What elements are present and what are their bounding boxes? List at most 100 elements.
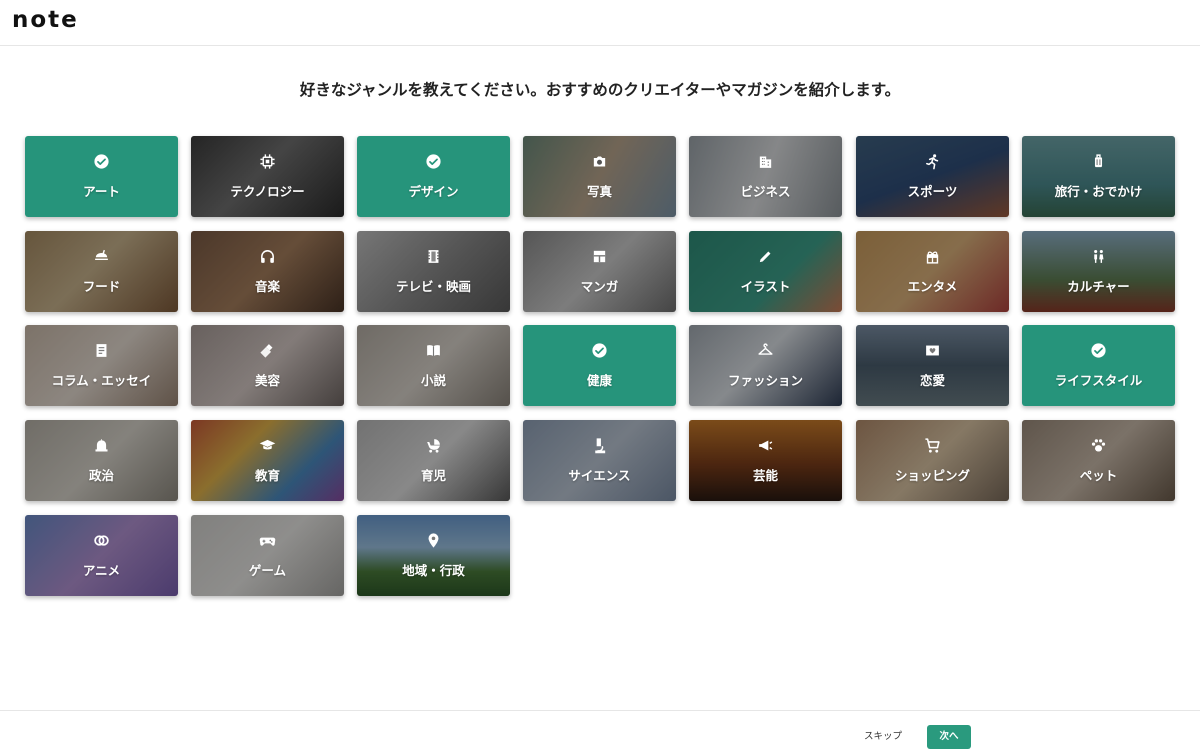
skip-button[interactable]: スキップ [850, 725, 916, 749]
genre-overlay [689, 420, 842, 501]
genre-tile[interactable]: ゲーム [191, 515, 344, 596]
genre-tile[interactable]: 育児 [357, 420, 510, 501]
check-icon [357, 153, 510, 170]
gift-icon [856, 248, 1009, 265]
next-button[interactable]: 次へ [927, 725, 971, 749]
genre-tile[interactable]: 小説 [357, 325, 510, 406]
genre-label: 恋愛 [919, 373, 945, 388]
genre-tile[interactable]: サイエンス [523, 420, 676, 501]
genre-tile[interactable]: 写真 [523, 136, 676, 217]
genre-label: カルチャー [1067, 279, 1130, 294]
check-icon [1022, 342, 1175, 359]
genre-overlay [689, 325, 842, 406]
pin-icon [357, 532, 510, 549]
page-heading: 好きなジャンルを教えてください。おすすめのクリエイターやマガジンを紹介します。 [299, 81, 901, 99]
genre-tile[interactable]: アート [25, 136, 178, 217]
genre-overlay [689, 231, 842, 312]
genre-overlay [856, 231, 1009, 312]
genre-overlay [523, 231, 676, 312]
genre-label: 芸能 [752, 468, 778, 483]
genre-tile[interactable]: 健康 [523, 325, 676, 406]
genre-label: ファッション [727, 373, 803, 388]
genre-tile[interactable]: フード [25, 231, 178, 312]
family-icon [1022, 248, 1175, 265]
genre-label: 健康 [586, 373, 612, 388]
gamepad-icon [191, 532, 344, 549]
hanger-icon [689, 342, 842, 359]
genre-overlay [1022, 231, 1175, 312]
genre-tile[interactable]: 教育 [191, 420, 344, 501]
genre-tile[interactable]: マンガ [523, 231, 676, 312]
stroller-icon [357, 437, 510, 454]
genre-label: アート [83, 184, 120, 199]
genre-overlay [1022, 420, 1175, 501]
capitol-icon [25, 437, 178, 454]
genre-label: 育児 [420, 468, 446, 483]
cart-icon [856, 437, 1009, 454]
genre-overlay [191, 136, 344, 217]
genre-overlay [357, 136, 510, 217]
genre-overlay [357, 515, 510, 596]
genre-overlay [1022, 136, 1175, 217]
genre-tile[interactable]: テレビ・映画 [357, 231, 510, 312]
genre-tile[interactable]: 美容 [191, 325, 344, 406]
genre-tile[interactable]: テクノロジー [191, 136, 344, 217]
genre-tile[interactable]: 恋愛 [856, 325, 1009, 406]
genre-tile[interactable]: 芸能 [689, 420, 842, 501]
genre-tile[interactable]: デザイン [357, 136, 510, 217]
genre-label: コラム・エッセイ [51, 373, 152, 388]
runner-icon [856, 153, 1009, 170]
genre-tile[interactable]: ビジネス [689, 136, 842, 217]
genre-overlay [689, 136, 842, 217]
genre-tile[interactable]: 音楽 [191, 231, 344, 312]
food-icon [25, 248, 178, 265]
genre-tile[interactable]: エンタメ [856, 231, 1009, 312]
genre-overlay [357, 420, 510, 501]
genre-label: サイエンス [568, 468, 631, 483]
genre-label: 写真 [586, 184, 612, 199]
graduation-cap-icon [191, 437, 344, 454]
genre-label: イラスト [740, 279, 791, 294]
genre-label: 旅行・おでかけ [1054, 184, 1143, 199]
genre-label: ビジネス [740, 184, 791, 199]
top-bar: note [0, 0, 1200, 46]
manga-icon [523, 248, 676, 265]
genre-overlay [191, 515, 344, 596]
camera-icon [523, 153, 676, 170]
document-icon [25, 342, 178, 359]
genre-tile[interactable]: ファッション [689, 325, 842, 406]
genre-tile[interactable]: カルチャー [1022, 231, 1175, 312]
rings-icon [25, 532, 178, 549]
genre-overlay [357, 325, 510, 406]
chip-icon [191, 153, 344, 170]
genre-tile[interactable]: スポーツ [856, 136, 1009, 217]
genre-label: 小説 [420, 373, 446, 388]
genre-tile[interactable]: 地域・行政 [357, 515, 510, 596]
genre-label: エンタメ [907, 279, 958, 294]
genre-tile[interactable]: ペット [1022, 420, 1175, 501]
genre-overlay [25, 325, 178, 406]
genre-label: ゲーム [248, 563, 287, 578]
genre-overlay [856, 420, 1009, 501]
genre-tile[interactable]: 旅行・おでかけ [1022, 136, 1175, 217]
note-logo[interactable]: note [12, 7, 79, 33]
pencil-icon [689, 248, 842, 265]
genre-overlay [523, 136, 676, 217]
genre-tile[interactable]: イラスト [689, 231, 842, 312]
genre-overlay [523, 420, 676, 501]
genre-overlay [25, 231, 178, 312]
genre-overlay [856, 325, 1009, 406]
genre-overlay [25, 420, 178, 501]
lipstick-icon [191, 342, 344, 359]
microscope-icon [523, 437, 676, 454]
paw-icon [1022, 437, 1175, 454]
genre-tile[interactable]: コラム・エッセイ [25, 325, 178, 406]
genre-tile[interactable]: ライフスタイル [1022, 325, 1175, 406]
genre-tile[interactable]: ショッピング [856, 420, 1009, 501]
genre-tile[interactable]: 政治 [25, 420, 178, 501]
genre-label: スポーツ [907, 184, 958, 199]
genre-overlay [856, 136, 1009, 217]
genre-label: デザイン [408, 184, 459, 199]
genre-label: テクノロジー [230, 184, 305, 199]
genre-tile[interactable]: アニメ [25, 515, 178, 596]
